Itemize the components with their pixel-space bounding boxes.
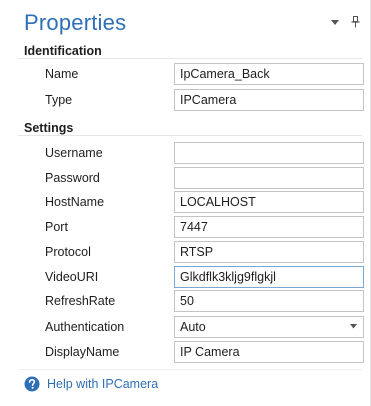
property-label: DisplayName (45, 345, 120, 359)
property-row-protocol: Protocol (0, 240, 370, 265)
property-row-videouri: VideoURI (0, 265, 370, 290)
password-field[interactable] (174, 167, 364, 189)
property-label: Password (45, 171, 100, 185)
help-link[interactable]: Help with IPCamera (24, 376, 158, 392)
username-field[interactable] (174, 142, 364, 164)
section-header-identification: Identification (24, 44, 102, 58)
property-label: Type (45, 93, 73, 107)
help-link-label: Help with IPCamera (47, 377, 159, 391)
panel-menu-button[interactable] (330, 16, 340, 28)
property-row-authentication: Authentication Auto (0, 315, 370, 340)
property-label: RefreshRate (45, 294, 116, 308)
displayname-field[interactable] (174, 341, 364, 363)
property-row-hostname: HostName (0, 190, 370, 215)
property-row-port: Port (0, 215, 370, 240)
section-divider (18, 58, 362, 59)
property-row-displayname: DisplayName (0, 340, 370, 365)
property-label: Name (45, 67, 79, 81)
section-divider (18, 135, 362, 136)
protocol-field[interactable] (174, 241, 364, 263)
authentication-selected-value: Auto (180, 320, 206, 334)
panel-title: Properties (24, 10, 127, 35)
property-label: Username (45, 146, 103, 160)
property-label: Port (45, 220, 68, 234)
authentication-select[interactable]: Auto (174, 316, 364, 338)
property-row-type: Type (0, 88, 370, 113)
footer-divider (18, 369, 362, 370)
property-label: HostName (45, 195, 105, 209)
name-field[interactable] (174, 63, 364, 85)
help-circle-icon (24, 376, 40, 392)
properties-panel: Properties Identification Name Type Sett… (0, 0, 371, 406)
chevron-down-icon (331, 19, 339, 25)
title-tools (330, 16, 360, 28)
property-label: Authentication (45, 320, 125, 334)
property-label: Protocol (45, 245, 91, 259)
property-row-name: Name (0, 62, 370, 87)
hostname-field[interactable] (174, 191, 364, 213)
pin-icon (351, 16, 359, 28)
chevron-down-icon (350, 324, 357, 329)
pin-button[interactable] (350, 16, 360, 28)
property-row-password: Password (0, 166, 370, 191)
property-row-username: Username (0, 141, 370, 166)
section-header-settings: Settings (24, 121, 74, 135)
videouri-field[interactable] (174, 266, 364, 288)
property-label: VideoURI (45, 270, 99, 284)
refreshrate-field[interactable] (174, 290, 364, 312)
type-field[interactable] (174, 89, 364, 111)
property-row-refreshrate: RefreshRate (0, 289, 370, 314)
port-field[interactable] (174, 216, 364, 238)
